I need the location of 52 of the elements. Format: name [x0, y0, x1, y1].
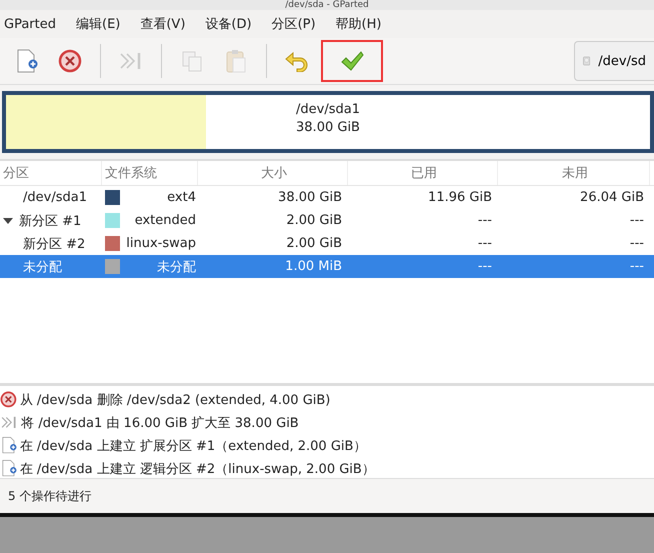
table-cell-text: --- [476, 259, 493, 274]
window-title: /dev/sda - GParted [285, 0, 369, 10]
column-header[interactable]: 已用 [348, 161, 498, 185]
operation-item: 在 /dev/sda 上建立 扩展分区 #1（extended, 2.00 GiB） [20, 438, 366, 454]
device-selector[interactable]: /dev/sd [574, 41, 654, 81]
table-cell-text: --- [476, 236, 493, 251]
table-cell-text: 38.00 GiB [277, 190, 343, 205]
undo-arrow-icon [284, 50, 310, 72]
clipboard-icon [224, 48, 248, 74]
column-header[interactable]: 分区 [0, 161, 102, 185]
table-cell-text: linux-swap [125, 236, 197, 251]
menu-item[interactable]: 查看(V) [140, 15, 186, 33]
column-header[interactable]: 大小 [198, 161, 348, 185]
menu-item[interactable]: 帮助(H) [336, 15, 382, 33]
chevron-bar-icon [0, 414, 18, 431]
table-cell-text: 新分区 #2 [23, 236, 86, 252]
checkmark-icon [339, 49, 365, 73]
table-cell-text: --- [628, 213, 645, 228]
table-row[interactable]: 新分区 #2 linux-swap 2.00 GiB --- --- [0, 232, 654, 255]
table-cell-text: 11.96 GiB [427, 190, 493, 205]
table-cell-text: --- [476, 213, 493, 228]
column-header[interactable]: 文件系统 [102, 161, 198, 185]
table-cell-text: 新分区 #1 [19, 212, 82, 230]
delete-icon [58, 49, 82, 73]
table-cell-text: 2.00 GiB [285, 236, 343, 251]
table-cell: /dev/sda1 [23, 190, 87, 205]
table-cell-text: 26.04 GiB [579, 190, 645, 205]
table-cell-text: ext4 [166, 190, 197, 205]
table-cell-text: 1.00 MiB [284, 259, 343, 274]
toolbar-button[interactable] [321, 40, 383, 82]
menu-item[interactable]: GParted [4, 16, 56, 32]
table-cell-text: 2.00 GiB [285, 213, 343, 228]
table-cell-text: 未分配 [156, 258, 197, 276]
table-cell-text: --- [628, 259, 645, 274]
operation-item: 将 /dev/sda1 由 16.00 GiB 扩大至 38.00 GiB [21, 414, 299, 432]
menu-item[interactable]: 设备(D) [205, 15, 252, 33]
menu-item[interactable]: 分区(P) [272, 15, 316, 33]
menu-item[interactable]: 编辑(E) [76, 15, 120, 33]
table-cell-text: 未分配 [23, 258, 62, 276]
operation-item: 在 /dev/sda 上建立 逻辑分区 #2（linux-swap, 2.00 GiB） [20, 460, 375, 478]
delete-icon [0, 391, 17, 408]
table-cell-text: extended [134, 213, 197, 228]
column-header[interactable]: 未用 [498, 161, 650, 185]
partition-size: 38.00 GiB [296, 119, 360, 137]
table-row[interactable]: /dev/sda1 ext4 38.00 GiB 11.96 GiB 26.04 GiB [0, 186, 654, 209]
operation-item: 从 /dev/sda 删除 /dev/sda2 (extended, 4.00 GiB) [20, 392, 330, 408]
copy-icon [180, 49, 204, 73]
partition-name: /dev/sda1 [296, 101, 360, 119]
status-text: 5 个操作待进行 [8, 488, 92, 504]
table-row[interactable]: 未分配 未分配 1.00 MiB --- --- [0, 255, 654, 278]
table-cell-text: --- [628, 236, 645, 251]
table-row[interactable]: 新分区 #1 extended 2.00 GiB --- --- [0, 209, 654, 232]
